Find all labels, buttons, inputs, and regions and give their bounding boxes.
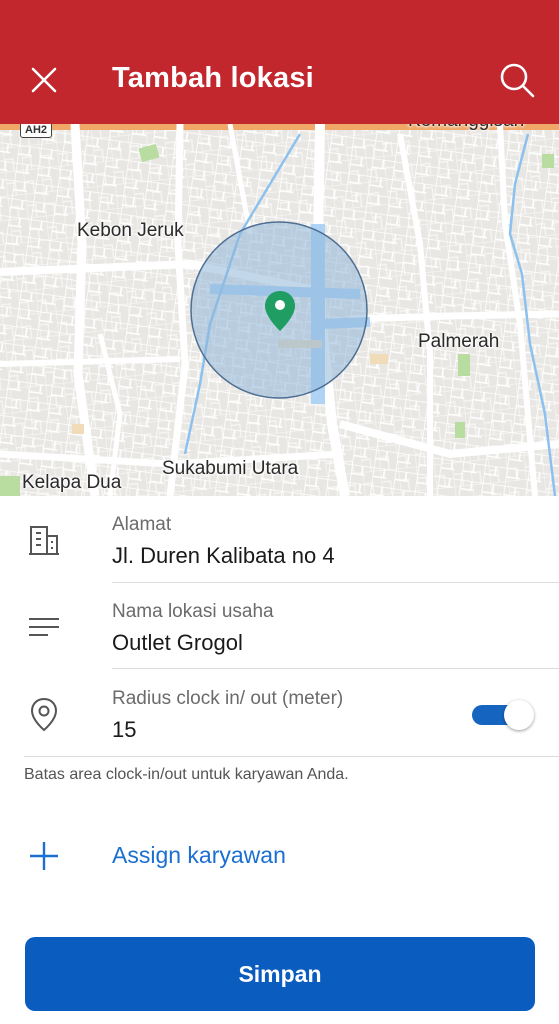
plus-icon [30,842,58,870]
location-name-value[interactable]: Outlet Grogol [112,630,243,656]
save-button[interactable]: Simpan [25,937,535,1011]
map-label-sukabumi-utara: Sukabumi Utara [162,458,299,479]
divider [112,582,559,583]
assign-employee-label: Assign karyawan [112,842,286,868]
location-name-row[interactable]: Nama lokasi usaha Outlet Grogol [0,584,559,670]
divider [24,756,559,757]
highway-shield-ah2: AH2 [20,124,53,138]
close-button[interactable] [24,60,64,100]
radius-label: Radius clock in/ out (meter) [112,688,344,709]
map-label-kebon-jeruk: Kebon Jeruk [77,220,184,241]
page-title: Tambah lokasi [112,62,314,94]
map-label-kemanggisan: Kemanggisan [408,124,524,132]
app-bar: Tambah lokasi [0,0,559,124]
map-label-palmerah: Palmerah [418,331,500,352]
search-button[interactable] [495,58,539,102]
map-view[interactable]: AH2 Kemanggisan Kebon Jeruk Palmerah Suk… [0,124,559,496]
radius-value[interactable]: 15 [112,717,136,743]
close-icon [31,67,57,93]
toggle-thumb [504,700,534,730]
location-pin-icon [30,697,58,732]
building-icon [29,526,59,555]
map-label-kelapa-dua: Kelapa Dua [22,472,122,493]
notes-icon [29,618,59,636]
helper-text: Batas area clock-in/out untuk karyawan A… [24,766,349,783]
map-pin-icon[interactable] [263,289,297,333]
address-value[interactable]: Jl. Duren Kalibata no 4 [112,543,335,569]
assign-employee-button[interactable]: Assign karyawan [0,830,559,884]
divider [112,668,559,669]
location-name-label: Nama lokasi usaha [112,601,274,622]
search-icon [500,63,535,98]
radius-toggle[interactable] [472,700,534,730]
address-label: Alamat [112,514,172,535]
address-row[interactable]: Alamat Jl. Duren Kalibata no 4 [0,496,559,584]
